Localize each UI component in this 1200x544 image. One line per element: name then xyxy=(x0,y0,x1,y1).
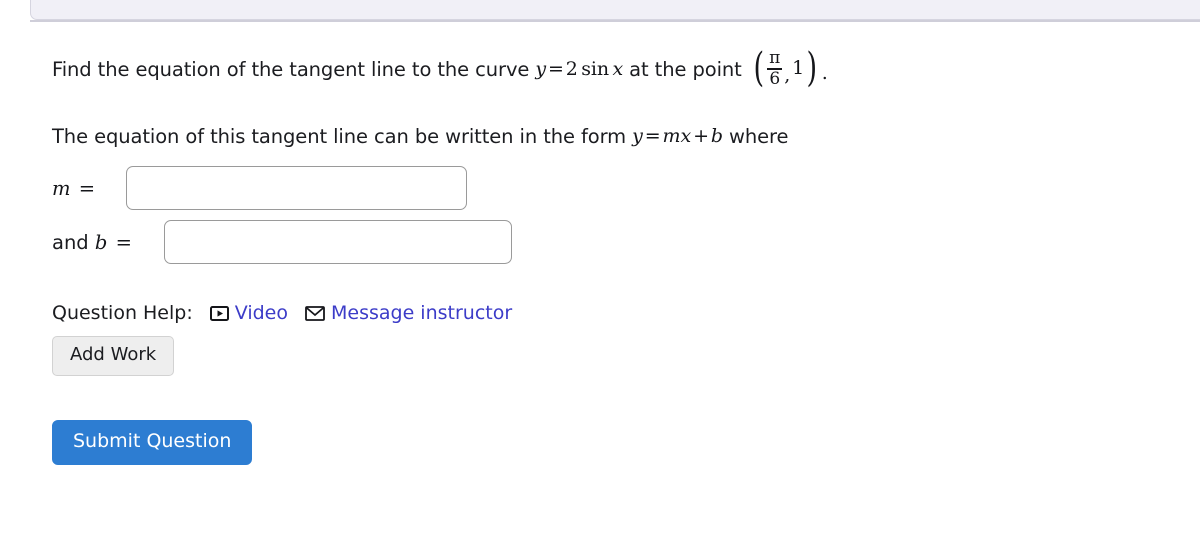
question-help-row: Question Help: Video Message instructor xyxy=(52,302,1180,324)
message-instructor-link[interactable]: Message instructor xyxy=(305,302,512,324)
math-var-y: y xyxy=(535,58,546,81)
form-suffix-text: where xyxy=(729,124,789,148)
coordinate-y-value: 1 xyxy=(792,57,805,80)
question-help-label: Question Help: xyxy=(52,302,193,324)
answer-var-b: b xyxy=(94,230,108,254)
math-var-x-2: x xyxy=(680,125,692,148)
fraction-pi-over-6: π 6 xyxy=(767,47,783,89)
fraction-numerator: π xyxy=(769,47,781,68)
message-instructor-label: Message instructor xyxy=(330,302,513,324)
form-prefix-text: The equation of this tangent line can be… xyxy=(52,124,627,148)
math-coefficient-2: 2 xyxy=(565,58,578,81)
add-work-button-wrap: Add Work xyxy=(52,324,1180,376)
question-content: Find the equation of the tangent line to… xyxy=(52,44,1180,465)
submit-question-button[interactable]: Submit Question xyxy=(52,419,253,465)
open-paren: ( xyxy=(753,45,764,92)
intercept-input-b[interactable] xyxy=(164,220,512,264)
answer-label-and: and xyxy=(52,230,89,254)
math-var-m: m xyxy=(662,125,681,148)
math-plus-sign: + xyxy=(693,125,709,148)
submit-button-wrap: Submit Question xyxy=(52,376,1180,465)
video-help-link[interactable]: Video xyxy=(209,302,288,324)
coordinate-comma: , xyxy=(784,64,791,87)
point-coordinates-group: ( π 6 , 1 ) . xyxy=(751,45,828,92)
sentence-period: . xyxy=(821,62,828,85)
question-statement-line-1: Find the equation of the tangent line to… xyxy=(52,44,1180,96)
answer-label-m: m = xyxy=(52,177,126,200)
answer-var-m: m xyxy=(52,176,71,200)
page-header-panel xyxy=(30,0,1200,20)
question-statement-line-2: The equation of this tangent line can be… xyxy=(52,122,1180,152)
add-work-button[interactable]: Add Work xyxy=(52,336,175,376)
page-header-divider xyxy=(30,20,1200,22)
close-paren: ) xyxy=(806,45,818,92)
video-play-icon xyxy=(209,305,229,321)
question-middle-text: at the point xyxy=(629,57,742,81)
answer-row-b: and b = xyxy=(52,220,1180,264)
math-equals-sign: = xyxy=(547,58,564,81)
answer-label-b: and b = xyxy=(52,231,164,254)
math-var-b: b xyxy=(710,125,723,148)
math-equals-sign-2: = xyxy=(644,125,661,148)
fraction-denominator: 6 xyxy=(769,68,781,89)
math-var-y-2: y xyxy=(632,125,643,148)
answer-equals-b: = xyxy=(115,230,132,254)
answer-equals-m: = xyxy=(78,176,96,200)
envelope-icon xyxy=(305,305,325,321)
slope-input-m[interactable] xyxy=(126,166,467,210)
answer-row-m: m = xyxy=(52,166,1180,210)
video-link-label: Video xyxy=(234,302,288,324)
question-prefix-text: Find the equation of the tangent line to… xyxy=(52,57,530,81)
math-var-x: x xyxy=(612,58,624,81)
math-sin-operator: sin xyxy=(581,58,610,81)
